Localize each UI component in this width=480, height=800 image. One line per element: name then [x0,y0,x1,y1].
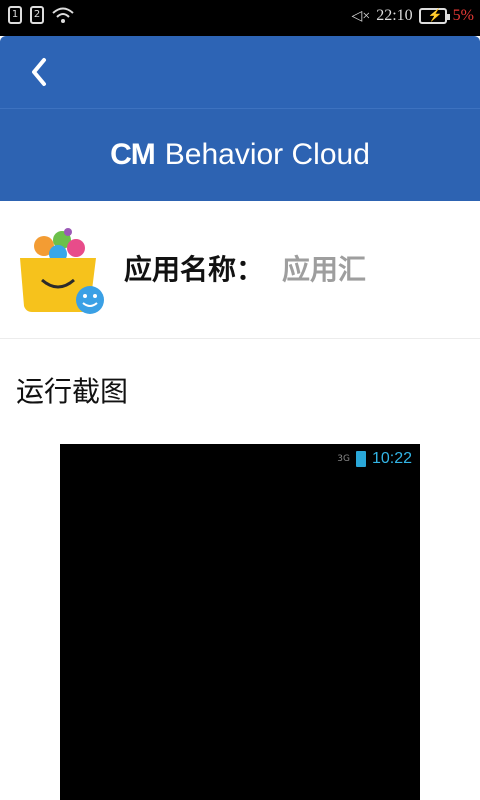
section-title: 运行截图 [16,375,129,408]
back-button[interactable] [22,50,62,94]
sim-2-icon: 2 [30,6,44,24]
mute-icon: ◁× [351,8,371,24]
brand-prefix: CM [110,138,156,171]
sim-1-icon: 1 [8,6,22,24]
preview-clock: 10:22 [371,450,412,467]
wifi-icon [52,7,74,23]
battery-icon: ⚡ [418,8,450,24]
preview-status-bar: 3G 10:22 [337,450,412,468]
app-name-value: 应用汇 [282,253,367,286]
status-bar: 1 2 ◁× 22:10 ⚡ 5% [0,0,480,36]
brand-logo: CM Behavior Cloud [0,109,480,201]
app-info-row: 应用名称： 应用汇 [0,200,480,339]
app-store-icon [20,228,104,314]
clock: 22:10 [376,7,413,24]
brand-banner: CM Behavior Cloud [0,108,480,201]
brand-name: Behavior Cloud [164,138,370,171]
battery-percent: 5% [452,7,474,24]
chevron-left-icon [32,58,46,86]
battery-icon [355,451,366,467]
screenshot-preview[interactable]: 3G 10:22 [60,444,420,800]
signal-icon: 3G [337,454,350,464]
app-toolbar [0,36,480,108]
app-name-label: 应用名称： [124,253,265,286]
